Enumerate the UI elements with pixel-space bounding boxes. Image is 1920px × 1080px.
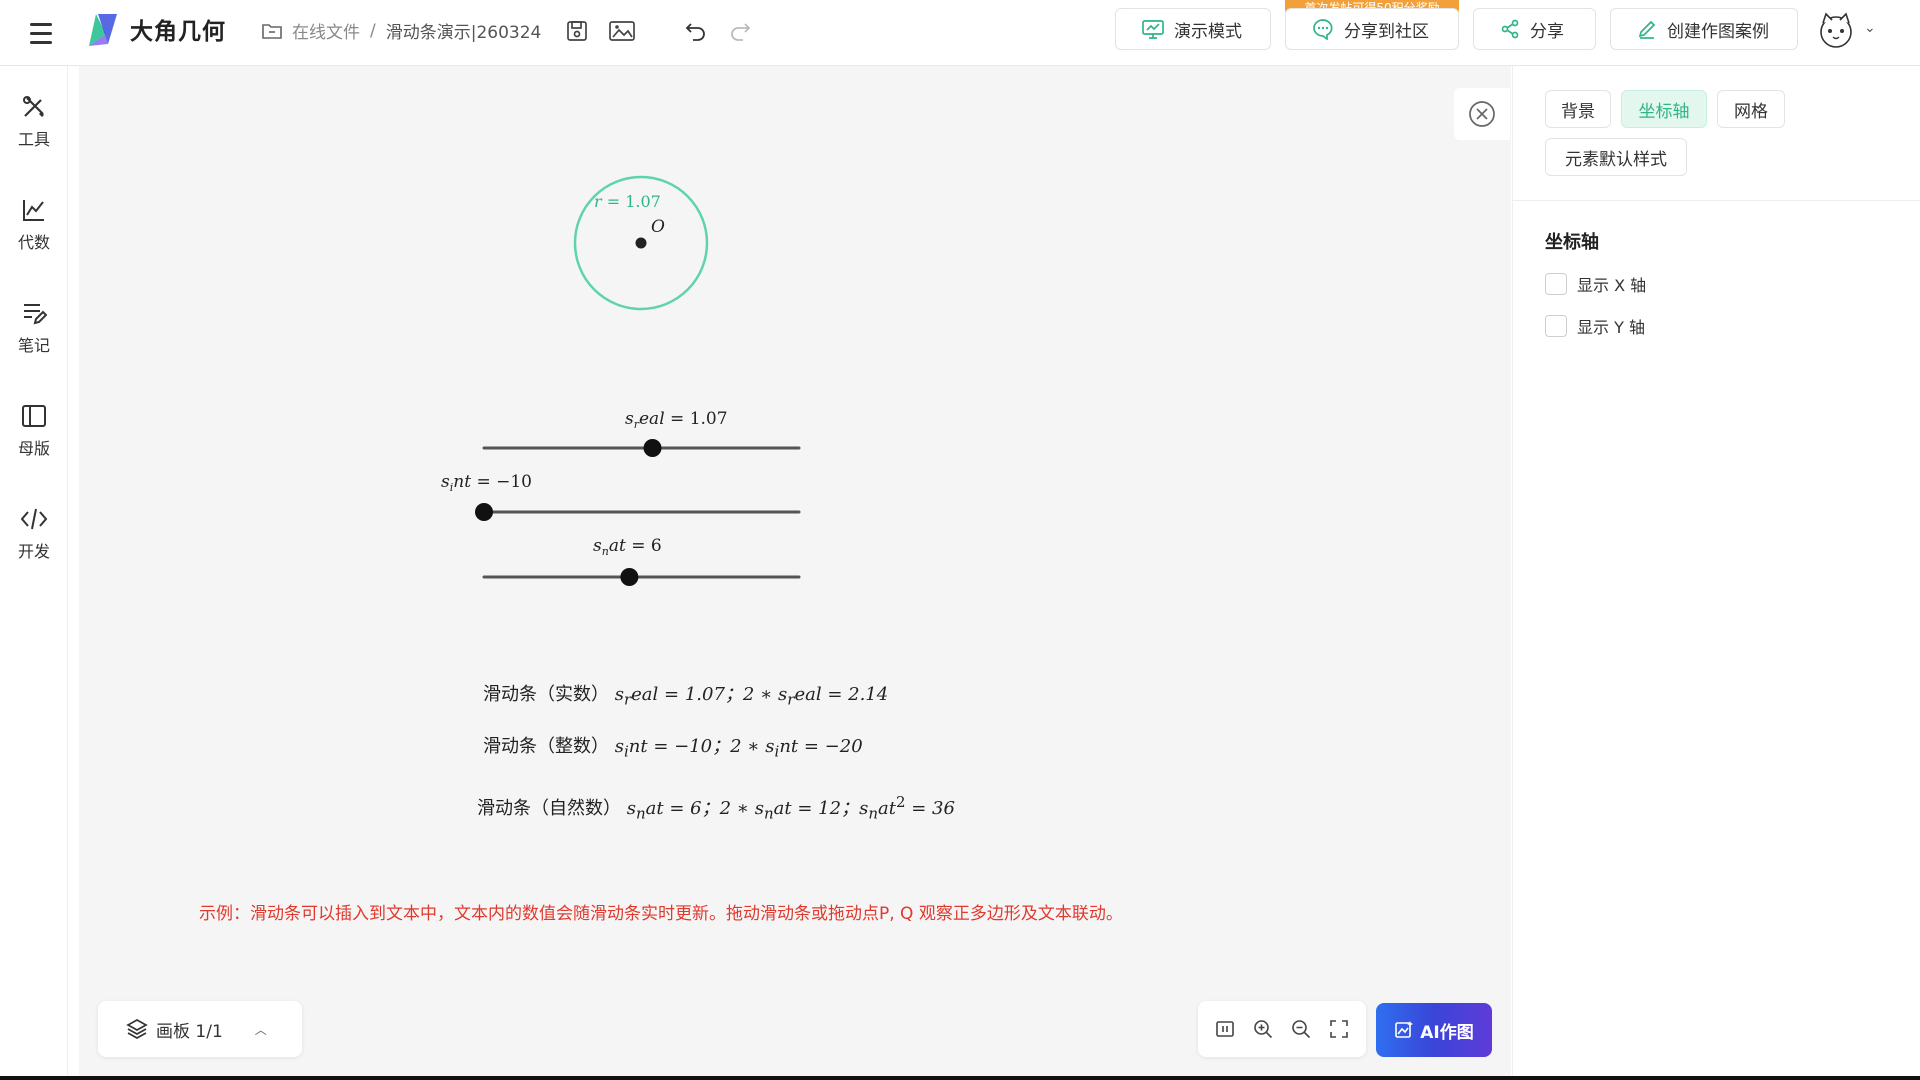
panel-divider [1513,200,1920,201]
close-panel-button[interactable] [1454,88,1510,140]
properties-panel: 背景 坐标轴 网格 元素默认样式 坐标轴 显示 X 轴 显示 Y 轴 [1512,66,1920,1080]
share-label: 分享 [1530,21,1564,42]
document-name[interactable]: 滑动条演示|260324 [386,18,542,43]
ai-draw-label: AI作图 [1420,1022,1474,1043]
sidebar-item-label: 母版 [17,439,50,458]
text-int-slider[interactable]: 滑动条（整数） sint = −10；2 ∗ sint = −20 [483,732,863,761]
text-real-slider[interactable]: 滑动条（实数） sreal = 1.07；2 ∗ sreal = 2.14 [483,680,888,709]
center-point-o[interactable] [635,237,647,249]
share-community-label: 分享到社区 [1344,21,1429,42]
app-name: 大角几何 [130,19,226,45]
sidebar-item-label: 工具 [17,130,50,149]
show-y-axis-checkbox[interactable]: 显示 Y 轴 [1545,314,1645,338]
section-title: 坐标轴 [1545,232,1599,253]
zoom-in-icon[interactable] [1250,1016,1276,1042]
present-mode-label: 演示模式 [1174,21,1242,42]
slider-int-label: sint = −10 [441,472,532,494]
breadcrumb: 在线文件 / 滑动条演示|260324 [262,18,541,43]
export-image-icon[interactable] [607,16,637,46]
save-icon[interactable] [562,16,592,46]
radius-eq: = [602,192,626,211]
share-button[interactable]: 分享 [1473,8,1596,50]
breadcrumb-separator: / [370,20,376,41]
share-icon [1501,19,1519,39]
sidebar-item-label: 笔记 [17,336,50,355]
sidebar-item-tools[interactable]: 工具 [0,94,68,164]
layers-icon [126,1019,148,1039]
present-icon [1142,20,1164,39]
screen-bottom-edge [0,1076,1920,1080]
board-layer-label: 画板 1/1 [156,1021,223,1042]
hamburger-menu-icon[interactable] [24,16,58,50]
sidebar-item-algebra[interactable]: 代数 [0,197,68,267]
circle-radius-label: r = 1.07 [594,192,661,211]
redo-icon[interactable] [725,16,755,46]
user-avatar[interactable] [1814,8,1858,52]
fit-view-icon[interactable] [1212,1016,1238,1042]
share-community-button[interactable]: 分享到社区 [1285,8,1459,50]
checkbox-box[interactable] [1545,315,1567,337]
create-case-button[interactable]: 创建作图案例 [1610,8,1798,50]
slider-real-thumb[interactable] [643,439,662,457]
text-nat-slider[interactable]: 滑动条（自然数） snat = 6；2 ∗ snat = 12；snat2 = … [477,793,955,823]
drawing-canvas[interactable]: r = 1.07 O sreal = 1.07 sint = −10 snat … [79,66,1511,1080]
slider-nat-label: snat = 6 [593,536,662,558]
geometry-board[interactable]: r = 1.07 O sreal = 1.07 sint = −10 snat … [79,66,1511,1080]
checkbox-label: 显示 Y 轴 [1577,318,1645,337]
board-layer-selector[interactable]: 画板 1/1 ︿ [98,1001,302,1057]
chevron-up-icon: ︿ [254,1022,267,1037]
close-circle-icon [1469,101,1495,127]
zoom-out-icon[interactable] [1288,1016,1314,1042]
account-dropdown-icon[interactable]: ⌄ [1864,20,1876,36]
left-sidebar: 工具 代数 笔记 母版 开发 ? [0,66,68,1080]
tab-grid[interactable]: 网格 [1717,90,1785,128]
ai-draw-button[interactable]: AI作图 [1376,1003,1492,1057]
sidebar-item-develop[interactable]: 开发 [0,506,68,576]
zoom-controls [1198,1001,1366,1057]
slider-int-thumb[interactable] [475,503,493,521]
sidebar-item-label: 开发 [17,542,50,561]
radius-value: 1.07 [625,192,661,211]
chat-bubble-icon [1313,19,1333,40]
tab-axes[interactable]: 坐标轴 [1621,90,1707,128]
tab-element-default-style[interactable]: 元素默认样式 [1545,138,1687,176]
center-point-label: O [651,217,665,237]
notes-pen-icon [24,304,47,325]
sidebar-item-label: 代数 [17,233,50,252]
slider-real-label: sreal = 1.07 [625,409,728,431]
ai-sparkle-icon [1395,1021,1414,1038]
top-bar: 大角几何 在线文件 / 滑动条演示|260324 演示模式 首次发帖可得50积分… [0,0,1920,66]
code-icon [20,508,48,530]
checkbox-label: 显示 X 轴 [1577,276,1647,295]
checkbox-box[interactable] [1545,273,1567,295]
tools-icon [23,96,44,117]
undo-icon[interactable] [681,16,711,46]
app-logo[interactable]: 大角几何 [86,10,226,48]
create-case-label: 创建作图案例 [1667,21,1769,42]
sidebar-item-notes[interactable]: 笔记 [0,300,68,370]
cat-avatar-icon [1820,12,1852,48]
slider-nat-thumb[interactable] [620,568,639,586]
tab-background[interactable]: 背景 [1545,90,1611,128]
folder-icon [262,23,282,39]
present-mode-button[interactable]: 演示模式 [1115,8,1271,50]
breadcrumb-root-link[interactable]: 在线文件 [292,18,360,43]
fullscreen-icon[interactable] [1326,1016,1352,1042]
sidebar-item-master[interactable]: 母版 [0,403,68,473]
algebra-chart-icon [23,200,44,221]
app-logo-icon [89,14,117,46]
show-x-axis-checkbox[interactable]: 显示 X 轴 [1545,272,1646,296]
pencil-icon [1638,20,1656,39]
master-layout-icon [22,405,46,427]
example-note-text[interactable]: 示例：滑动条可以插入到文本中，文本内的数值会随滑动条实时更新。拖动滑动条或拖动点… [199,899,1123,924]
